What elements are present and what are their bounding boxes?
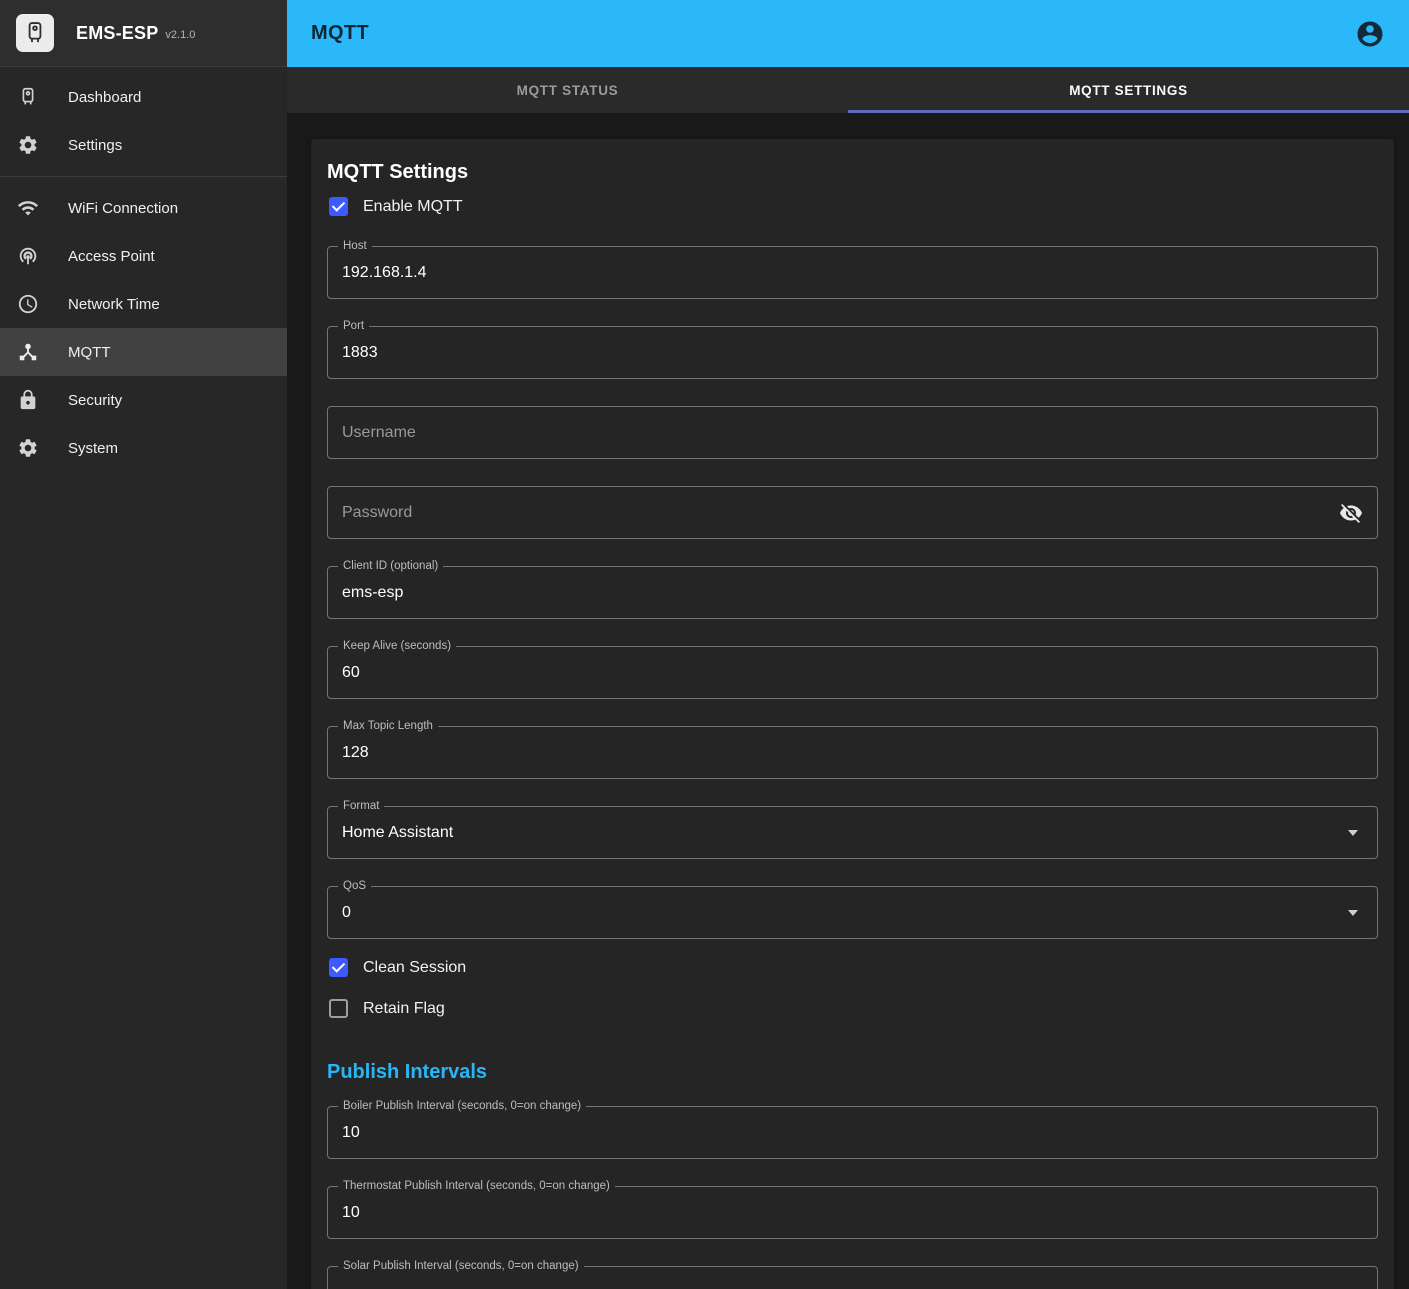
enable-mqtt-checkbox[interactable]	[329, 197, 348, 216]
sidebar-item-label: WiFi Connection	[68, 200, 178, 217]
gear-icon	[16, 133, 40, 157]
enable-mqtt-row[interactable]: Enable MQTT	[327, 186, 1378, 227]
qos-value: 0	[342, 904, 1348, 922]
solar-publish-interval-field: Solar Publish Interval (seconds, 0=on ch…	[327, 1266, 1378, 1289]
clean-session-label: Clean Session	[363, 959, 466, 977]
wifi-icon	[16, 196, 40, 220]
sidebar-item-security[interactable]: Security	[0, 376, 287, 424]
username-input[interactable]	[342, 424, 1363, 442]
content-area: MQTT Settings Enable MQTT Host Port	[287, 113, 1409, 1289]
username-field	[327, 406, 1378, 459]
sidebar-item-label: MQTT	[68, 344, 111, 361]
tab-mqtt-status[interactable]: MQTT STATUS	[287, 67, 848, 113]
port-field: Port	[327, 326, 1378, 379]
retain-flag-label: Retain Flag	[363, 1000, 445, 1018]
client-id-label: Client ID (optional)	[338, 560, 443, 572]
sidebar-divider	[0, 176, 287, 177]
client-id-input[interactable]	[342, 584, 1363, 602]
sidebar-item-access-point[interactable]: Access Point	[0, 232, 287, 280]
keep-alive-input[interactable]	[342, 664, 1363, 682]
visibility-off-icon[interactable]	[1339, 501, 1363, 525]
retain-flag-row[interactable]: Retain Flag	[327, 988, 1378, 1029]
host-label: Host	[338, 240, 372, 252]
sidebar: EMS-ESP v2.1.0 Dashboard Settings	[0, 0, 287, 1289]
port-label: Port	[338, 320, 369, 332]
chevron-down-icon	[1348, 830, 1358, 836]
clean-session-checkbox[interactable]	[329, 958, 348, 977]
publish-intervals-title: Publish Intervals	[327, 1061, 1378, 1084]
appbar: MQTT	[287, 0, 1409, 67]
thermostat-publish-interval-field: Thermostat Publish Interval (seconds, 0=…	[327, 1186, 1378, 1239]
clean-session-row[interactable]: Clean Session	[327, 947, 1378, 988]
boiler-publish-interval-input[interactable]	[342, 1124, 1363, 1142]
lock-icon	[16, 388, 40, 412]
password-field	[327, 486, 1378, 539]
max-topic-length-field: Max Topic Length	[327, 726, 1378, 779]
password-input[interactable]	[342, 504, 1339, 522]
main-area: MQTT MQTT STATUS MQTT SETTINGS MQTT Sett…	[287, 0, 1409, 1289]
tab-indicator	[848, 110, 1409, 113]
access-point-icon	[16, 244, 40, 268]
retain-flag-checkbox[interactable]	[329, 999, 348, 1018]
sidebar-item-label: Network Time	[68, 296, 160, 313]
account-circle-icon[interactable]	[1355, 19, 1385, 49]
qos-select[interactable]: QoS 0	[327, 886, 1378, 939]
sidebar-item-network-time[interactable]: Network Time	[0, 280, 287, 328]
qos-label: QoS	[338, 880, 371, 892]
app-version: v2.1.0	[165, 26, 195, 41]
clock-icon	[16, 292, 40, 316]
app-root: EMS-ESP v2.1.0 Dashboard Settings	[0, 0, 1409, 1289]
solar-publish-interval-label: Solar Publish Interval (seconds, 0=on ch…	[338, 1260, 584, 1272]
format-value: Home Assistant	[342, 824, 1348, 842]
sidebar-item-label: Settings	[68, 137, 122, 154]
thermostat-publish-interval-input[interactable]	[342, 1204, 1363, 1222]
max-topic-length-input[interactable]	[342, 744, 1363, 762]
page-title: MQTT	[311, 22, 369, 45]
sidebar-nav: Dashboard Settings WiFi Connection Acc	[0, 67, 287, 472]
sidebar-item-settings[interactable]: Settings	[0, 121, 287, 169]
sidebar-item-label: Access Point	[68, 248, 155, 265]
sidebar-item-wifi-connection[interactable]: WiFi Connection	[0, 184, 287, 232]
boiler-publish-interval-field: Boiler Publish Interval (seconds, 0=on c…	[327, 1106, 1378, 1159]
port-input[interactable]	[342, 344, 1363, 362]
sidebar-item-dashboard[interactable]: Dashboard	[0, 73, 287, 121]
client-id-field: Client ID (optional)	[327, 566, 1378, 619]
tabbar: MQTT STATUS MQTT SETTINGS	[287, 67, 1409, 113]
format-label: Format	[338, 800, 384, 812]
device-hub-icon	[16, 340, 40, 364]
enable-mqtt-label: Enable MQTT	[363, 198, 463, 216]
format-select[interactable]: Format Home Assistant	[327, 806, 1378, 859]
thermostat-publish-interval-label: Thermostat Publish Interval (seconds, 0=…	[338, 1180, 615, 1192]
boiler-publish-interval-label: Boiler Publish Interval (seconds, 0=on c…	[338, 1100, 586, 1112]
solar-publish-interval-input[interactable]	[342, 1284, 1363, 1289]
keep-alive-field: Keep Alive (seconds)	[327, 646, 1378, 699]
sidebar-item-mqtt[interactable]: MQTT	[0, 328, 287, 376]
host-field: Host	[327, 246, 1378, 299]
tab-mqtt-settings[interactable]: MQTT SETTINGS	[848, 67, 1409, 113]
sidebar-item-label: Dashboard	[68, 89, 141, 106]
sidebar-header: EMS-ESP v2.1.0	[0, 0, 287, 67]
dashboard-icon	[16, 85, 40, 109]
sidebar-item-label: Security	[68, 392, 122, 409]
mqtt-settings-card: MQTT Settings Enable MQTT Host Port	[311, 139, 1394, 1289]
card-title: MQTT Settings	[327, 161, 1378, 184]
app-name: EMS-ESP	[76, 23, 158, 44]
host-input[interactable]	[342, 264, 1363, 282]
sidebar-item-label: System	[68, 440, 118, 457]
chevron-down-icon	[1348, 910, 1358, 916]
max-topic-length-label: Max Topic Length	[338, 720, 438, 732]
app-logo-icon	[16, 14, 54, 52]
keep-alive-label: Keep Alive (seconds)	[338, 640, 456, 652]
sidebar-item-system[interactable]: System	[0, 424, 287, 472]
gear-icon	[16, 436, 40, 460]
